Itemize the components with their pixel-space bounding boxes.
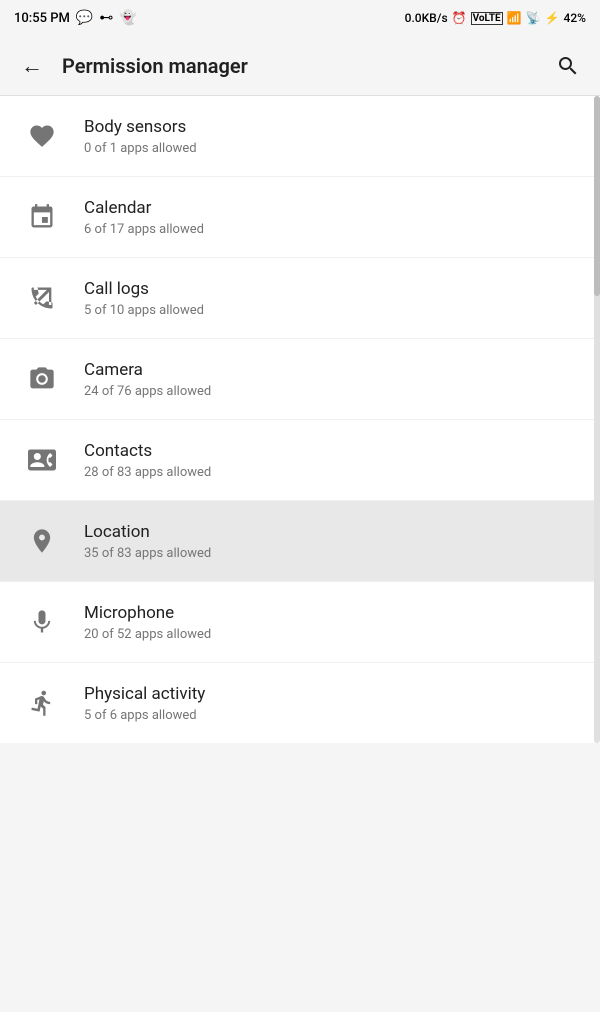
camera-icon [20,357,64,401]
permission-item-camera[interactable]: Camera 24 of 76 apps allowed [0,339,600,420]
calendar-icon [20,195,64,239]
whatsapp-icon: 💬 [76,10,93,26]
permission-list: Body sensors 0 of 1 apps allowed Calenda… [0,96,600,743]
camera-text: Camera 24 of 76 apps allowed [64,359,580,398]
location-name: Location [84,521,580,543]
app-bar: ← Permission manager [0,36,600,96]
contacts-desc: 28 of 83 apps allowed [84,465,580,480]
microphone-text: Microphone 20 of 52 apps allowed [64,602,580,641]
signal-icon: 📶 [507,11,522,25]
physical-activity-icon [20,681,64,725]
permission-item-location[interactable]: Location 35 of 83 apps allowed [0,501,600,582]
contacts-name: Contacts [84,440,580,462]
physical-activity-name: Physical activity [84,683,580,705]
call-logs-desc: 5 of 10 apps allowed [84,303,580,318]
back-arrow-icon: ← [21,53,43,79]
call-logs-text: Call logs 5 of 10 apps allowed [64,278,580,317]
calendar-desc: 6 of 17 apps allowed [84,222,580,237]
body-sensors-name: Body sensors [84,116,580,138]
grid-icon: ⊷ [99,10,113,26]
physical-activity-desc: 5 of 6 apps allowed [84,708,580,723]
status-bar: 10:55 PM 💬 ⊷ 👻 0.0KB/s ⏰ VoLTE 📶 📡 ⚡ 42% [0,0,600,36]
camera-name: Camera [84,359,580,381]
permission-item-call-logs[interactable]: Call logs 5 of 10 apps allowed [0,258,600,339]
body-sensors-icon [20,114,64,158]
call-logs-name: Call logs [84,278,580,300]
permission-item-contacts[interactable]: Contacts 28 of 83 apps allowed [0,420,600,501]
contacts-icon [20,438,64,482]
calendar-name: Calendar [84,197,580,219]
location-desc: 35 of 83 apps allowed [84,546,580,561]
physical-activity-text: Physical activity 5 of 6 apps allowed [64,683,580,722]
scrollbar[interactable] [594,96,600,743]
location-icon [20,519,64,563]
camera-desc: 24 of 76 apps allowed [84,384,580,399]
volte-icon: VoLTE [471,12,503,25]
microphone-icon [20,600,64,644]
permission-list-container: Body sensors 0 of 1 apps allowed Calenda… [0,96,600,743]
battery-level: 42% [564,11,586,25]
call-logs-icon [20,276,64,320]
body-sensors-desc: 0 of 1 apps allowed [84,141,580,156]
status-left: 10:55 PM 💬 ⊷ 👻 [14,10,137,26]
page-title: Permission manager [54,54,546,78]
contacts-text: Contacts 28 of 83 apps allowed [64,440,580,479]
snapchat-icon: 👻 [119,10,136,26]
calendar-text: Calendar 6 of 17 apps allowed [64,197,580,236]
status-right: 0.0KB/s ⏰ VoLTE 📶 📡 ⚡ 42% [405,11,586,25]
permission-item-body-sensors[interactable]: Body sensors 0 of 1 apps allowed [0,96,600,177]
microphone-desc: 20 of 52 apps allowed [84,627,580,642]
alarm-icon: ⏰ [452,11,467,25]
permission-item-calendar[interactable]: Calendar 6 of 17 apps allowed [0,177,600,258]
battery-icon: ⚡ [545,11,560,25]
microphone-name: Microphone [84,602,580,624]
search-button[interactable] [546,44,590,88]
permission-item-microphone[interactable]: Microphone 20 of 52 apps allowed [0,582,600,663]
scrollbar-thumb[interactable] [594,96,600,296]
back-button[interactable]: ← [10,44,54,88]
body-sensors-text: Body sensors 0 of 1 apps allowed [64,116,580,155]
status-time: 10:55 PM [14,11,70,26]
permission-item-physical-activity[interactable]: Physical activity 5 of 6 apps allowed [0,663,600,743]
location-text: Location 35 of 83 apps allowed [64,521,580,560]
search-icon [556,54,580,78]
network-speed: 0.0KB/s [405,11,448,25]
wifi-icon: 📡 [526,11,541,25]
